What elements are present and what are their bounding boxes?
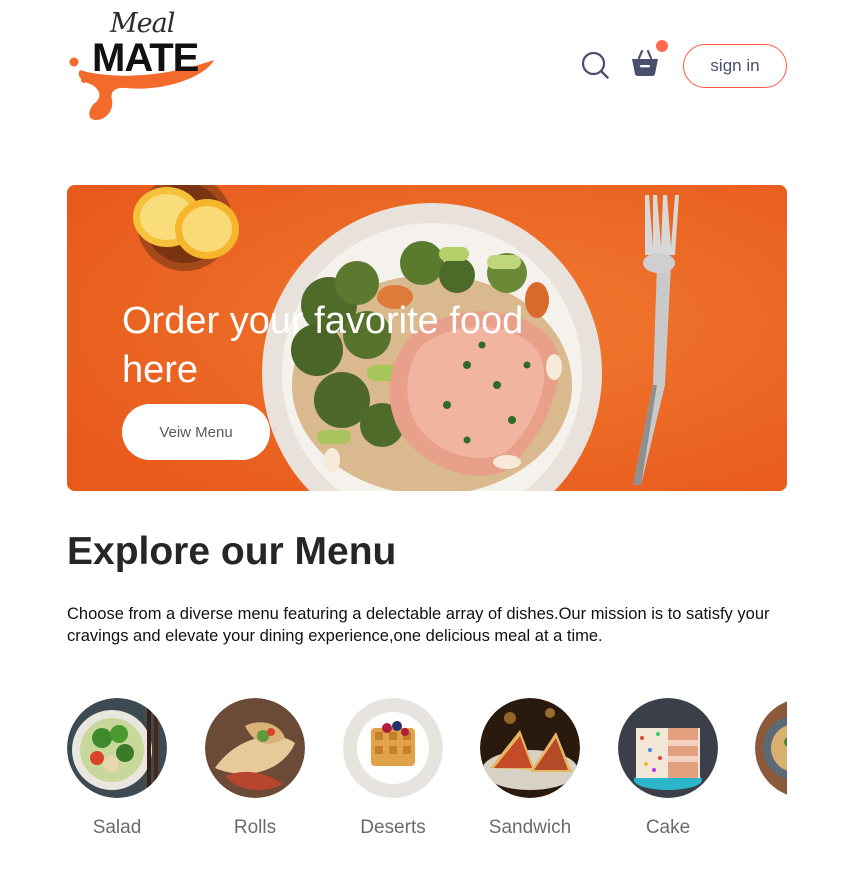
menu-category-deserts[interactable]: Deserts bbox=[343, 698, 443, 848]
menu-section-description: Choose from a diverse menu featuring a d… bbox=[67, 605, 770, 645]
search-icon[interactable] bbox=[581, 51, 609, 79]
menu-section-title: Explore our Menu bbox=[67, 530, 397, 573]
view-menu-button[interactable]: Veiw Menu bbox=[122, 404, 270, 460]
menu-category-list: Salad Rolls Deserts Sandwich Cake bbox=[67, 698, 787, 858]
salad-image bbox=[67, 698, 167, 798]
pu-image bbox=[755, 701, 787, 795]
logo-word-mate: MATE bbox=[92, 36, 199, 80]
basket-icon[interactable] bbox=[630, 48, 660, 78]
menu-category-label: Salad bbox=[92, 817, 142, 838]
menu-category-cake[interactable]: Cake bbox=[618, 698, 718, 848]
menu-category-label: Cake bbox=[645, 817, 691, 838]
menu-category-label: Rolls bbox=[233, 817, 277, 838]
cart-notification-badge bbox=[656, 40, 668, 52]
sandwich-image bbox=[480, 698, 580, 798]
menu-category-label: Sandwich bbox=[488, 817, 572, 838]
menu-category-salad[interactable]: Salad bbox=[67, 698, 167, 848]
menu-category-label: Pu bbox=[735, 817, 787, 839]
deserts-image bbox=[343, 698, 443, 798]
sign-in-button[interactable]: sign in bbox=[683, 44, 787, 88]
menu-category-sandwich[interactable]: Sandwich bbox=[480, 698, 580, 848]
hero-banner: Order your favorite food here Veiw Menu bbox=[67, 185, 787, 491]
menu-category-rolls[interactable]: Rolls bbox=[205, 698, 305, 848]
menu-category-label: Deserts bbox=[360, 817, 426, 838]
rolls-image bbox=[205, 698, 305, 798]
site-header: Meal MATE sign in bbox=[0, 0, 853, 130]
brand-logo[interactable]: Meal MATE bbox=[66, 8, 218, 124]
hero-headline: Order your favorite food here bbox=[122, 300, 524, 391]
logo-word-meal: Meal bbox=[110, 8, 175, 39]
cake-image bbox=[618, 698, 718, 798]
menu-category-pu[interactable]: Pu bbox=[755, 698, 787, 848]
